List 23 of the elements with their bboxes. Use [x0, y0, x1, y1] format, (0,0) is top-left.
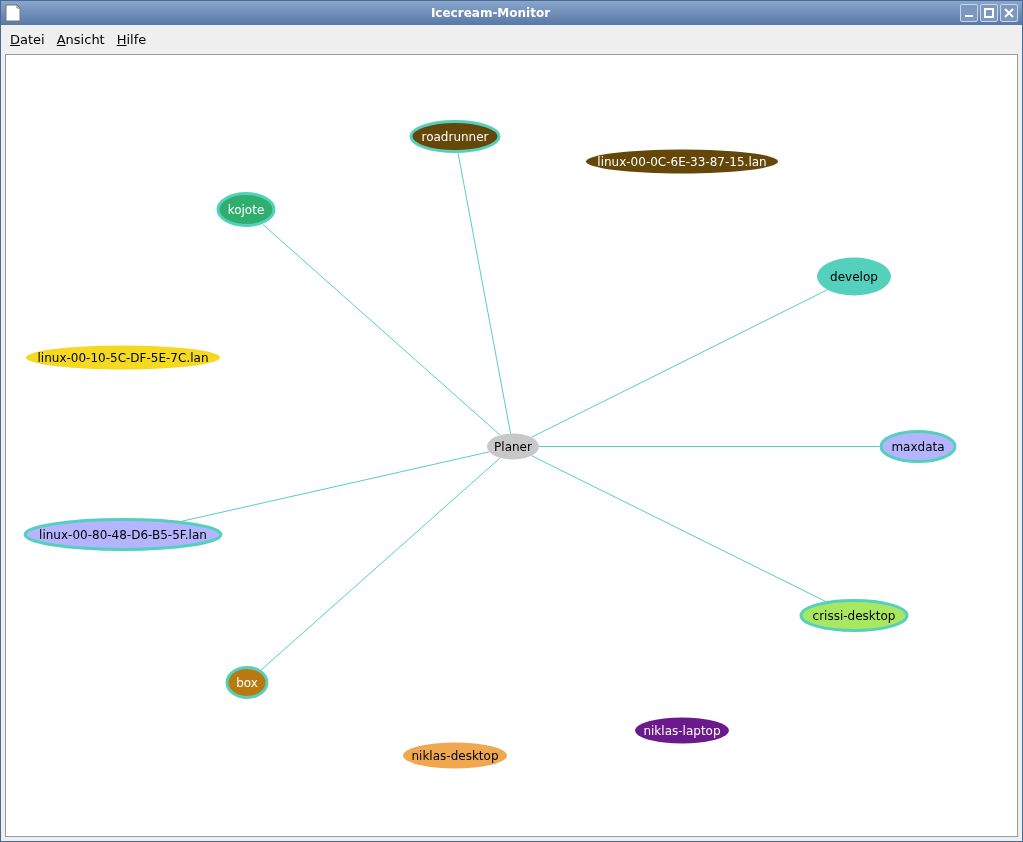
node-label: linux-00-10-5C-DF-5E-7C.lan: [37, 351, 209, 365]
minimize-icon: [965, 15, 973, 17]
node-label: develop: [830, 270, 878, 284]
window-icon: [5, 4, 21, 22]
close-icon: [1004, 8, 1014, 18]
node-label: kojote: [227, 203, 265, 217]
node-label: Planer: [494, 440, 532, 454]
window-title: Icecream-Monitor: [430, 5, 551, 22]
node-label: maxdata: [891, 440, 945, 454]
menu-item[interactable]: Hilfe: [111, 27, 152, 52]
menu-item[interactable]: Ansicht: [51, 27, 110, 52]
maximize-icon: [984, 8, 994, 18]
node-label: linux-00-0C-6E-33-87-15.lan: [597, 155, 767, 169]
node-label: niklas-desktop: [411, 749, 499, 763]
close-button[interactable]: [1000, 4, 1018, 22]
minimize-button[interactable]: [960, 4, 978, 22]
node-label: roadrunner: [421, 130, 489, 144]
node-label: box: [236, 676, 258, 690]
node-label: linux-00-80-48-D6-B5-5F.lan: [39, 528, 207, 542]
maximize-button[interactable]: [980, 4, 998, 22]
node-label: crissi-desktop: [812, 609, 896, 623]
menu-item[interactable]: Datei: [5, 27, 50, 52]
node-label: niklas-laptop: [643, 724, 721, 738]
